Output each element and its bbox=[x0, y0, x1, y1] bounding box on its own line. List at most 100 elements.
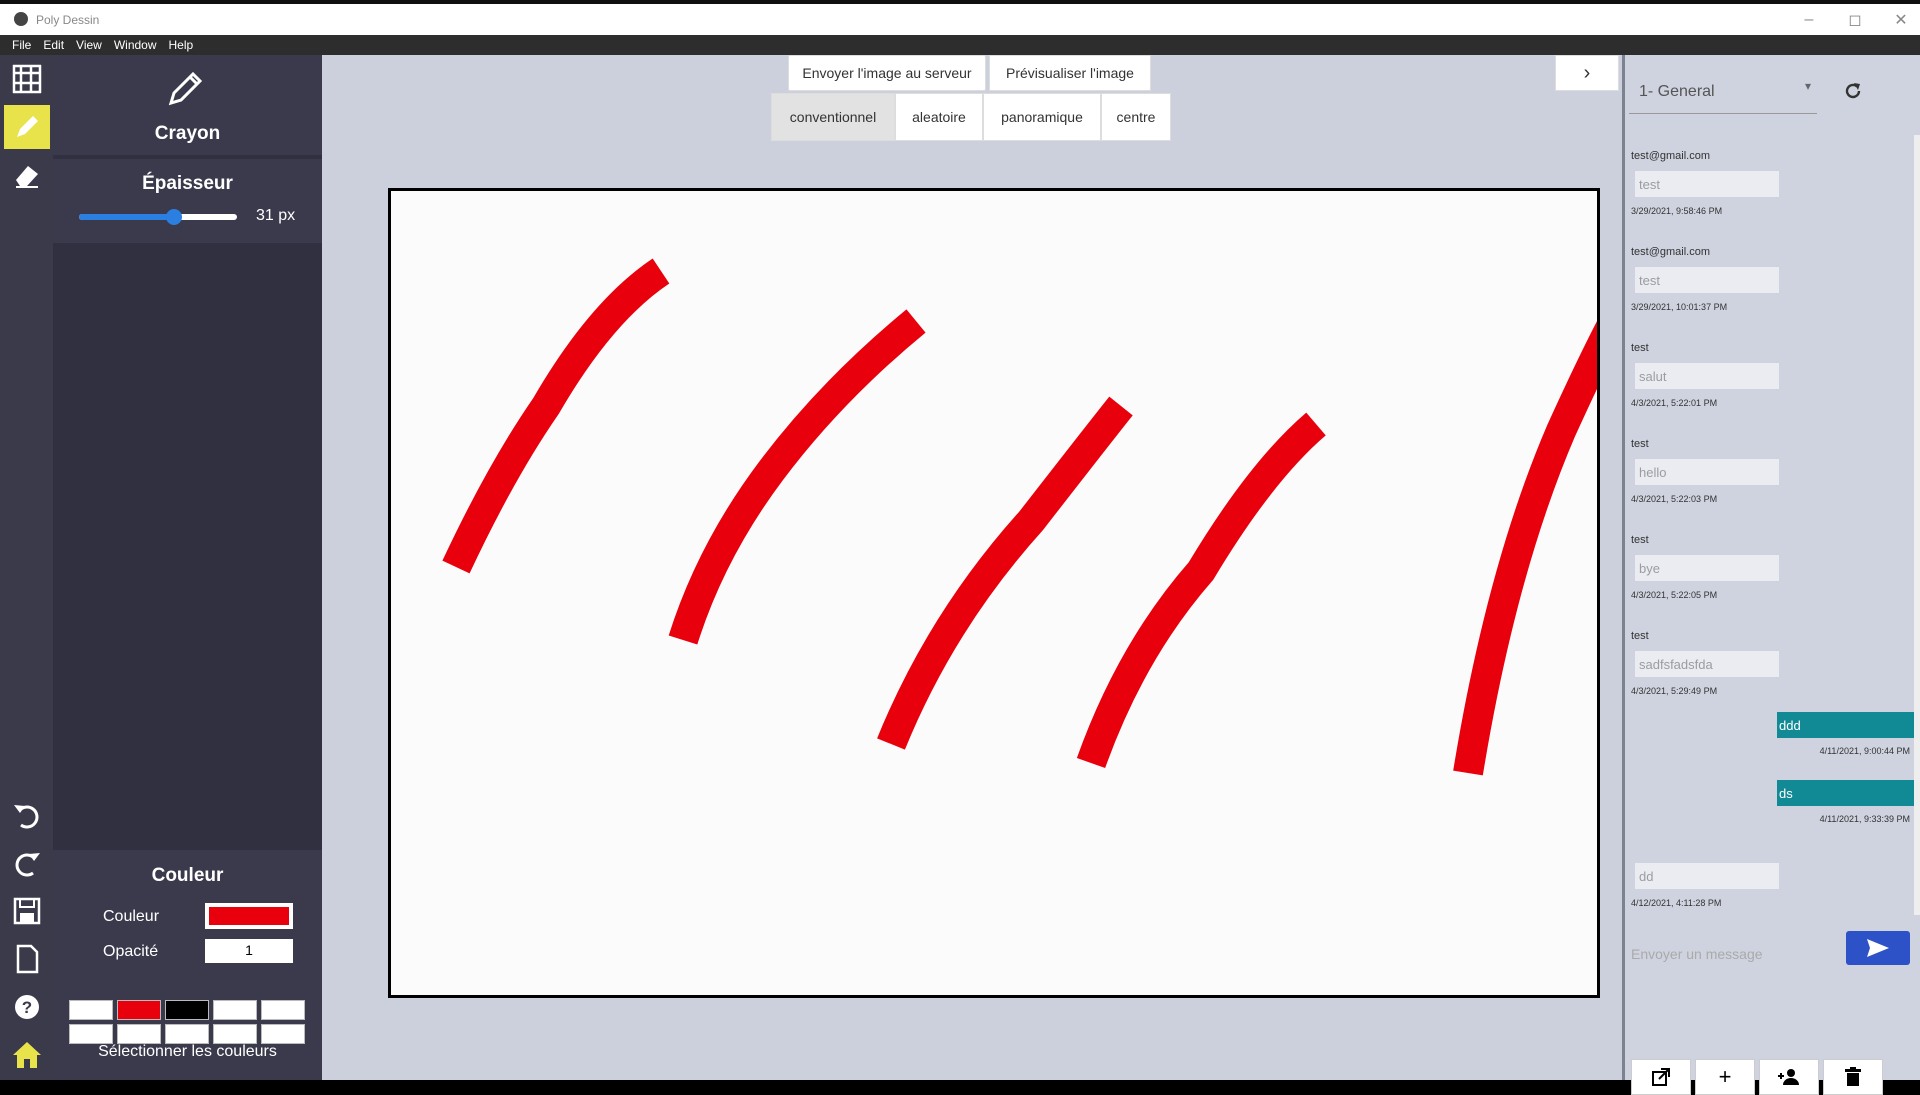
message-bubble: hello bbox=[1635, 459, 1779, 485]
delete-channel-button[interactable] bbox=[1823, 1059, 1883, 1095]
color-swatch[interactable] bbox=[213, 1000, 257, 1020]
tool-name: Crayon bbox=[154, 123, 221, 144]
channel-select[interactable]: 1- General bbox=[1639, 83, 1715, 101]
close-button[interactable]: ✕ bbox=[1886, 9, 1916, 31]
thickness-slider[interactable] bbox=[79, 209, 237, 225]
open-window-button[interactable] bbox=[1631, 1059, 1691, 1095]
stroke-1 bbox=[442, 258, 670, 574]
pencil-icon bbox=[165, 67, 207, 114]
title-bar: Poly Dessin – ◻ ✕ bbox=[0, 0, 1920, 35]
message-sender: test@gmail.com bbox=[1631, 150, 1711, 162]
thickness-title: Épaisseur bbox=[142, 173, 233, 194]
preview-image-button[interactable]: Prévisualiser l'image bbox=[989, 55, 1151, 91]
eraser-tool-icon[interactable] bbox=[5, 153, 49, 197]
message-time: 3/29/2021, 9:58:46 PM bbox=[1631, 206, 1723, 216]
message-sender: test bbox=[1631, 534, 1649, 546]
menu-help[interactable]: Help bbox=[169, 38, 194, 52]
color-swatch[interactable] bbox=[261, 1024, 305, 1044]
mode-panoramique[interactable]: panoramique bbox=[983, 93, 1101, 141]
own-message-bubble: ddd bbox=[1777, 712, 1917, 738]
send-message-button[interactable] bbox=[1846, 931, 1910, 965]
menu-file[interactable]: File bbox=[12, 38, 31, 52]
thickness-value: 31 px bbox=[256, 207, 296, 224]
mode-aleatoire[interactable]: aleatoire bbox=[895, 93, 983, 141]
maximize-button[interactable]: ◻ bbox=[1840, 9, 1870, 31]
send-image-button[interactable]: Envoyer l'image au serveur bbox=[788, 55, 986, 91]
app-logo-icon bbox=[14, 12, 28, 26]
color-swatch[interactable] bbox=[165, 1024, 209, 1044]
own-message-time: 4/11/2021, 9:00:44 PM bbox=[1819, 746, 1910, 756]
thickness-slider-thumb[interactable] bbox=[165, 209, 182, 225]
send-icon bbox=[1867, 939, 1889, 957]
save-icon[interactable] bbox=[5, 889, 49, 933]
message-time: 4/12/2021, 4:11:28 PM bbox=[1631, 898, 1722, 908]
opacity-input[interactable]: 1 bbox=[205, 939, 293, 963]
home-icon[interactable] bbox=[5, 1033, 49, 1077]
join-channel-button[interactable] bbox=[1759, 1059, 1819, 1095]
color-swatch[interactable] bbox=[261, 1000, 305, 1020]
own-message-time: 4/11/2021, 9:33:39 PM bbox=[1819, 814, 1910, 824]
color-swatch[interactable] bbox=[117, 1000, 161, 1020]
menu-window[interactable]: Window bbox=[114, 38, 157, 52]
color-swatch[interactable] bbox=[69, 1024, 113, 1044]
attributes-panel: Crayon Épaisseur 31 px Couleur Couleur O… bbox=[53, 55, 322, 1080]
trash-icon bbox=[1845, 1067, 1861, 1086]
chat-panel: 1- General ▾ test@gmail.com test 3/29/2021… bbox=[1622, 55, 1920, 1095]
message-bubble: bye bbox=[1635, 555, 1779, 581]
color-fill bbox=[209, 907, 289, 925]
stroke-3 bbox=[877, 396, 1133, 750]
own-message-bubble: ds bbox=[1777, 780, 1917, 806]
color-label: Couleur bbox=[103, 908, 160, 925]
new-file-icon[interactable] bbox=[5, 937, 49, 981]
menu-bar: File Edit View Window Help bbox=[0, 35, 1920, 55]
message-time: 4/3/2021, 5:22:01 PM bbox=[1631, 398, 1718, 408]
help-icon[interactable]: ? bbox=[5, 985, 49, 1029]
thickness-section: Épaisseur 31 px bbox=[53, 159, 322, 243]
minimize-button[interactable]: – bbox=[1794, 9, 1824, 31]
select-colors-link[interactable]: Sélectionner les couleurs bbox=[53, 1043, 322, 1061]
message-time: 4/3/2021, 5:29:49 PM bbox=[1631, 686, 1718, 696]
expand-panel-button[interactable]: › bbox=[1555, 55, 1619, 91]
color-swatch[interactable] bbox=[165, 1000, 209, 1020]
stroke-2 bbox=[668, 309, 926, 645]
message-sender: test@gmail.com bbox=[1631, 246, 1711, 258]
color-swatch[interactable] bbox=[117, 1024, 161, 1044]
tool-icon-bar: ? bbox=[0, 55, 53, 1080]
redo-icon[interactable] bbox=[5, 841, 49, 885]
message-bubble: test bbox=[1635, 171, 1779, 197]
message-sender: test bbox=[1631, 630, 1649, 642]
mode-conventionnel[interactable]: conventionnel bbox=[771, 93, 895, 141]
menu-view[interactable]: View bbox=[76, 38, 102, 52]
color-swatch[interactable] bbox=[69, 1000, 113, 1020]
color-title: Couleur bbox=[151, 865, 224, 886]
message-bubble: dd bbox=[1635, 863, 1779, 889]
color-swatch[interactable] bbox=[213, 1024, 257, 1044]
menu-edit[interactable]: Edit bbox=[43, 38, 64, 52]
refresh-icon[interactable] bbox=[1843, 81, 1863, 106]
chevron-right-icon: › bbox=[1583, 61, 1591, 84]
mode-centre[interactable]: centre bbox=[1101, 93, 1171, 141]
message-sender: test bbox=[1631, 342, 1649, 354]
external-link-icon bbox=[1652, 1068, 1670, 1086]
opacity-label: Opacité bbox=[103, 943, 159, 960]
pencil-tool-icon[interactable] bbox=[4, 105, 50, 149]
add-channel-button[interactable]: + bbox=[1695, 1059, 1755, 1095]
window-title: Poly Dessin bbox=[36, 13, 100, 27]
channel-dropdown-icon[interactable]: ▾ bbox=[1805, 79, 1811, 93]
stroke-4 bbox=[1076, 412, 1326, 769]
message-input[interactable]: Envoyer un message bbox=[1631, 946, 1763, 962]
color-picker[interactable] bbox=[205, 903, 293, 929]
drawing-canvas[interactable] bbox=[388, 188, 1653, 998]
channel-underline bbox=[1629, 113, 1817, 114]
add-people-icon bbox=[1778, 1069, 1799, 1085]
svg-text:?: ? bbox=[22, 998, 32, 1017]
undo-icon[interactable] bbox=[5, 793, 49, 837]
thickness-slider-fill bbox=[79, 214, 174, 220]
message-time: 3/29/2021, 10:01:37 PM bbox=[1631, 302, 1728, 312]
color-section: Couleur Couleur Opacité 1 Sélectionner l… bbox=[53, 850, 322, 1080]
chat-scrollbar[interactable] bbox=[1914, 135, 1920, 915]
message-time: 4/3/2021, 5:22:03 PM bbox=[1631, 494, 1718, 504]
grid-icon[interactable] bbox=[5, 57, 49, 101]
message-bubble: test bbox=[1635, 267, 1779, 293]
stroke-5 bbox=[1453, 267, 1653, 776]
